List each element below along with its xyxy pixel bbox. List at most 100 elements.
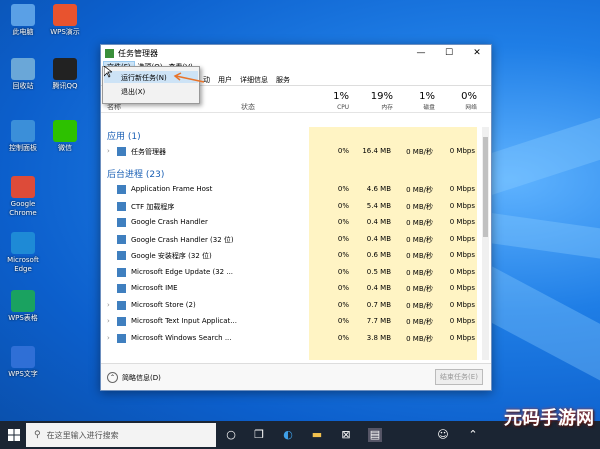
maximize-button[interactable]: ☐ <box>435 48 463 58</box>
fewer-details-button[interactable]: ⌃ 简略信息(D) <box>107 372 161 383</box>
process-name: 任务管理器 <box>131 148 166 156</box>
edge-taskbar-icon[interactable]: ◐ <box>281 428 295 442</box>
title-bar: 任务管理器 — ☐ ✕ <box>101 45 491 61</box>
expand-chevron-icon[interactable]: › <box>107 317 110 325</box>
process-name: Microsoft Windows Search ... <box>131 333 232 342</box>
process-row[interactable]: › Microsoft Windows Search ... 0% 3.8 MB 0 M… <box>101 330 481 346</box>
desktop-icon[interactable]: 腾讯QQ <box>46 58 84 91</box>
cpu-total: 1% <box>333 91 349 102</box>
process-row[interactable]: Google 安装程序 (32 位) 0% 0.6 MB 0 MB/秒 0 Mbps <box>101 247 481 263</box>
desktop-icon[interactable]: WPS演示 <box>46 4 84 37</box>
process-net-value: 0 Mbps <box>449 251 475 259</box>
process-net-value: 0 Mbps <box>449 317 475 325</box>
process-row[interactable]: › Microsoft Text Input Applicat... 0% 7.7 M… <box>101 313 481 329</box>
process-mem-value: 5.4 MB <box>366 201 391 210</box>
process-disk-value: 0 MB/秒 <box>406 301 433 310</box>
expand-chevron-icon[interactable]: › <box>107 301 110 309</box>
taskbar-search-box[interactable]: ⚲ 在这里输入进行搜索 <box>26 423 216 447</box>
windows-start-icon[interactable] <box>8 429 20 441</box>
process-icon <box>117 333 126 343</box>
process-name: CTF 加载程序 <box>131 202 175 211</box>
qq-icon <box>53 58 77 80</box>
chevron-up-icon: ⌃ <box>107 372 118 383</box>
process-disk-value: 0 MB/秒 <box>406 252 433 260</box>
process-row[interactable]: › 任务管理器 0% 16.4 MB 0 MB/秒 0 Mbps <box>101 143 481 159</box>
process-row[interactable]: Application Frame Host 0% 4.6 MB 0 MB/秒 0 Mb… <box>101 181 481 197</box>
process-row[interactable]: Microsoft IME 0% 0.4 MB 0 MB/秒 0 Mbps <box>101 280 481 296</box>
desktop-icon-label: WPS演示 <box>50 28 80 36</box>
process-cpu-value: 0% <box>337 251 349 259</box>
process-cpu-value: 0% <box>337 218 349 226</box>
column-cpu[interactable]: 1% CPU <box>311 92 349 113</box>
process-net-value: 0 Mbps <box>449 218 475 226</box>
process-row[interactable]: Google Crash Handler (32 位) 0% 0.4 MB 0 MB/… <box>101 231 481 247</box>
group-background[interactable]: 后台进程 (23) <box>107 167 164 180</box>
close-button[interactable]: ✕ <box>463 48 491 58</box>
group-apps[interactable]: 应用 (1) <box>107 129 141 142</box>
file-explorer-icon[interactable]: ▬ <box>310 428 324 442</box>
process-mem-value: 0.4 MB <box>366 218 391 226</box>
process-disk-value: 0 MB/秒 <box>406 186 433 194</box>
tray-icon[interactable]: ⌃ <box>466 428 480 442</box>
cpu-label: CPU <box>337 105 349 111</box>
tab-details[interactable]: 详细信息 <box>236 75 272 85</box>
recycle-bin-icon <box>11 58 35 80</box>
search-icon: ⚲ <box>34 430 41 440</box>
expand-chevron-icon[interactable]: › <box>107 334 110 342</box>
process-mem-value: 3.8 MB <box>366 333 391 342</box>
task-manager-taskbar-icon[interactable]: ▤ <box>368 428 382 442</box>
process-mem-value: 0.5 MB <box>366 267 391 276</box>
cortana-icon[interactable]: ○ <box>224 428 238 442</box>
process-mem-value: 7.7 MB <box>366 317 391 325</box>
desktop-icon[interactable]: Microsoft Edge <box>4 232 42 274</box>
process-net-value: 0 Mbps <box>449 284 475 292</box>
desktop-icon[interactable]: 控制面板 <box>4 120 42 153</box>
process-cpu-value: 0% <box>337 267 349 276</box>
desktop-icon[interactable]: 回收站 <box>4 58 42 91</box>
people-icon[interactable]: ☺ <box>436 428 450 442</box>
process-cpu-value: 0% <box>337 147 349 155</box>
process-net-value: 0 Mbps <box>449 234 475 243</box>
menu-item-exit[interactable]: 退出(X) <box>121 87 145 97</box>
process-disk-value: 0 MB/秒 <box>406 219 433 227</box>
process-icon <box>117 284 126 293</box>
process-icon <box>117 218 126 227</box>
desktop-icon[interactable]: WPS表格 <box>4 290 42 323</box>
vertical-scrollbar[interactable] <box>482 127 489 360</box>
process-name: Microsoft Store (2) <box>131 300 196 309</box>
mouse-cursor-icon <box>104 66 112 78</box>
window-title: 任务管理器 <box>118 48 158 58</box>
process-row[interactable]: Microsoft Edge Update (32 ... 0% 0.5 MB 0 M… <box>101 264 481 280</box>
process-icon <box>117 251 126 260</box>
column-status[interactable]: 状态 <box>241 102 255 112</box>
minimize-button[interactable]: — <box>407 48 435 58</box>
menu-item-run-new-task[interactable]: 运行新任务(N) <box>121 73 167 83</box>
desktop-icon-label: 回收站 <box>12 82 34 90</box>
column-memory[interactable]: 19% 内存 <box>353 92 393 113</box>
expand-chevron-icon[interactable]: › <box>107 147 110 155</box>
desktop-icon[interactable]: 微信 <box>46 120 84 153</box>
end-task-button[interactable]: 结束任务(E) <box>435 369 483 385</box>
desktop-icon[interactable]: Google Chrome <box>4 176 42 218</box>
network-total: 0% <box>461 91 477 102</box>
tab-services[interactable]: 服务 <box>272 75 294 85</box>
process-icon <box>117 234 126 244</box>
task-manager-icon <box>105 48 114 58</box>
scroll-thumb[interactable] <box>483 137 488 237</box>
memory-total: 19% <box>370 91 393 102</box>
computer-icon <box>11 4 35 26</box>
process-cpu-value: 0% <box>337 317 349 325</box>
process-row[interactable]: CTF 加载程序 0% 5.4 MB 0 MB/秒 0 Mbps <box>101 198 481 214</box>
desktop-icon[interactable]: 此电脑 <box>4 4 42 37</box>
process-row[interactable]: › Microsoft Store (2) 0% 0.7 MB 0 MB/秒 0 Mbps <box>101 297 481 313</box>
search-placeholder: 在这里输入进行搜索 <box>46 430 119 440</box>
column-network[interactable]: 0% 网络 <box>437 92 477 113</box>
store-icon[interactable]: ⊠ <box>339 428 353 442</box>
desktop-icon[interactable]: WPS文字 <box>4 346 42 379</box>
footer: ⌃ 简略信息(D) 结束任务(E) <box>101 363 491 390</box>
task-view-icon[interactable]: ❐ <box>252 428 266 442</box>
process-net-value: 0 Mbps <box>449 267 475 276</box>
process-row[interactable]: Google Crash Handler 0% 0.4 MB 0 MB/秒 0 Mbps <box>101 214 481 230</box>
tab-users[interactable]: 用户 <box>214 75 236 85</box>
column-disk[interactable]: 1% 磁盘 <box>395 92 435 113</box>
